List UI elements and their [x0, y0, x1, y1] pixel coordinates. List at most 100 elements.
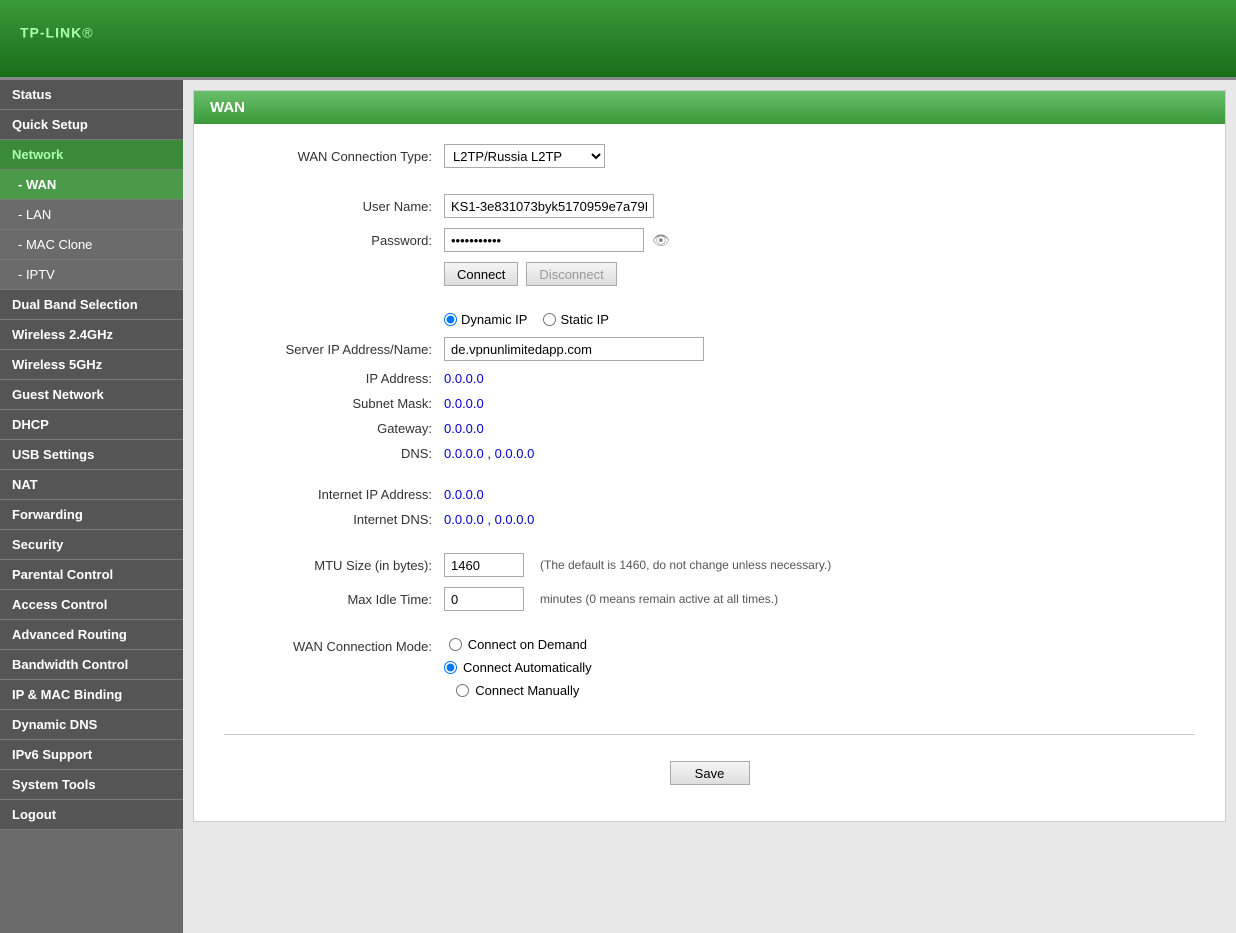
server-ip-row: Server IP Address/Name: [224, 337, 1195, 361]
sidebar-item-ip-mac-binding[interactable]: IP & MAC Binding [0, 680, 183, 710]
max-idle-label: Max Idle Time: [224, 592, 444, 607]
connect-button[interactable]: Connect [444, 262, 518, 286]
logo-text: TP-LINK [20, 24, 82, 40]
wan-mode-control: Connect on Demand Connect Automatically … [444, 637, 592, 698]
manually-radio[interactable] [456, 684, 469, 697]
wan-mode-label: WAN Connection Mode: [224, 637, 444, 654]
automatically-option[interactable]: Connect Automatically [444, 660, 592, 675]
username-label: User Name: [224, 199, 444, 214]
logo-sup: ® [82, 24, 93, 40]
ip-address-text: 0.0.0.0 [444, 371, 484, 386]
wan-connection-type-row: WAN Connection Type: Dynamic IPStatic IP… [224, 144, 1195, 168]
internet-ip-label: Internet IP Address: [224, 487, 444, 502]
header: TP-LINK® [0, 0, 1236, 80]
dns-text: 0.0.0.0 , 0.0.0.0 [444, 446, 534, 461]
wan-mode-row: WAN Connection Mode: Connect on Demand C… [224, 637, 1195, 698]
save-button[interactable]: Save [670, 761, 750, 785]
wan-type-select[interactable]: Dynamic IPStatic IPPPPoE/Russia PPPoEL2T… [444, 144, 605, 168]
section-title: WAN [194, 91, 1225, 124]
sidebar-item-wan[interactable]: - WAN [0, 170, 183, 200]
gateway-control: 0.0.0.0 [444, 421, 484, 436]
internet-ip-text: 0.0.0.0 [444, 487, 484, 502]
static-ip-option[interactable]: Static IP [543, 312, 608, 327]
max-idle-input[interactable] [444, 587, 524, 611]
mtu-input[interactable] [444, 553, 524, 577]
mtu-hint: (The default is 1460, do not change unle… [540, 558, 831, 572]
ip-address-label: IP Address: [224, 371, 444, 386]
eye-icon[interactable]: 👁 [652, 232, 670, 249]
max-idle-control: minutes (0 means remain active at all ti… [444, 587, 778, 611]
max-idle-hint: minutes (0 means remain active at all ti… [540, 592, 778, 606]
on-demand-option[interactable]: Connect on Demand [449, 637, 587, 652]
subnet-mask-row: Subnet Mask: 0.0.0.0 [224, 396, 1195, 411]
password-input[interactable] [444, 228, 644, 252]
subnet-mask-text: 0.0.0.0 [444, 396, 484, 411]
content-area: WAN WAN Connection Type: Dynamic IPStati… [193, 90, 1226, 822]
username-control [444, 194, 654, 218]
server-ip-input[interactable] [444, 337, 704, 361]
sidebar-item-system-tools[interactable]: System Tools [0, 770, 183, 800]
sidebar-item-nat[interactable]: NAT [0, 470, 183, 500]
sidebar-item-quick-setup[interactable]: Quick Setup [0, 110, 183, 140]
sidebar-item-status[interactable]: Status [0, 80, 183, 110]
sidebar-item-usb-settings[interactable]: USB Settings [0, 440, 183, 470]
gateway-row: Gateway: 0.0.0.0 [224, 421, 1195, 436]
internet-ip-control: 0.0.0.0 [444, 487, 484, 502]
ip-address-value: 0.0.0.0 [444, 371, 484, 386]
sidebar-item-logout[interactable]: Logout [0, 800, 183, 830]
sidebar: StatusQuick SetupNetwork- WAN- LAN- MAC … [0, 80, 183, 933]
sidebar-item-lan[interactable]: - LAN [0, 200, 183, 230]
mtu-row: MTU Size (in bytes): (The default is 146… [224, 553, 1195, 577]
dynamic-ip-radio[interactable] [444, 313, 457, 326]
sidebar-item-dynamic-dns[interactable]: Dynamic DNS [0, 710, 183, 740]
connect-control: Connect Disconnect [444, 262, 617, 286]
sidebar-item-advanced-routing[interactable]: Advanced Routing [0, 620, 183, 650]
static-ip-label: Static IP [560, 312, 608, 327]
wan-type-control: Dynamic IPStatic IPPPPoE/Russia PPPoEL2T… [444, 144, 605, 168]
static-ip-radio[interactable] [543, 313, 556, 326]
password-label: Password: [224, 233, 444, 248]
dns-label: DNS: [224, 446, 444, 461]
internet-dns-row: Internet DNS: 0.0.0.0 , 0.0.0.0 [224, 512, 1195, 527]
wan-type-label: WAN Connection Type: [224, 149, 444, 164]
gateway-text: 0.0.0.0 [444, 421, 484, 436]
disconnect-button[interactable]: Disconnect [526, 262, 616, 286]
save-area: Save [224, 745, 1195, 801]
ip-address-row: IP Address: 0.0.0.0 [224, 371, 1195, 386]
mtu-control: (The default is 1460, do not change unle… [444, 553, 831, 577]
max-idle-row: Max Idle Time: minutes (0 means remain a… [224, 587, 1195, 611]
sidebar-item-iptv[interactable]: - IPTV [0, 260, 183, 290]
main-content: WAN WAN Connection Type: Dynamic IPStati… [183, 80, 1236, 933]
sidebar-item-guest-network[interactable]: Guest Network [0, 380, 183, 410]
internet-dns-text: 0.0.0.0 , 0.0.0.0 [444, 512, 534, 527]
sidebar-item-access-control[interactable]: Access Control [0, 590, 183, 620]
logo: TP-LINK® [20, 20, 94, 57]
mtu-label: MTU Size (in bytes): [224, 558, 444, 573]
automatically-radio[interactable] [444, 661, 457, 674]
internet-ip-row: Internet IP Address: 0.0.0.0 [224, 487, 1195, 502]
sidebar-item-mac-clone[interactable]: - MAC Clone [0, 230, 183, 260]
sidebar-item-parental-control[interactable]: Parental Control [0, 560, 183, 590]
manually-option[interactable]: Connect Manually [456, 683, 579, 698]
username-input[interactable] [444, 194, 654, 218]
ip-mode-control: Dynamic IP Static IP [444, 312, 609, 327]
subnet-mask-control: 0.0.0.0 [444, 396, 484, 411]
password-row: Password: 👁 [224, 228, 1195, 252]
sidebar-item-network[interactable]: Network [0, 140, 183, 170]
on-demand-label: Connect on Demand [468, 637, 587, 652]
sidebar-item-security[interactable]: Security [0, 530, 183, 560]
sidebar-item-ipv6-support[interactable]: IPv6 Support [0, 740, 183, 770]
subnet-mask-label: Subnet Mask: [224, 396, 444, 411]
sidebar-item-dual-band[interactable]: Dual Band Selection [0, 290, 183, 320]
sidebar-item-bandwidth-control[interactable]: Bandwidth Control [0, 650, 183, 680]
internet-dns-label: Internet DNS: [224, 512, 444, 527]
sidebar-item-wireless-5[interactable]: Wireless 5GHz [0, 350, 183, 380]
sidebar-item-wireless-24[interactable]: Wireless 2.4GHz [0, 320, 183, 350]
dynamic-ip-option[interactable]: Dynamic IP [444, 312, 527, 327]
automatically-label: Connect Automatically [463, 660, 592, 675]
server-ip-label: Server IP Address/Name: [224, 342, 444, 357]
sidebar-item-forwarding[interactable]: Forwarding [0, 500, 183, 530]
sidebar-item-dhcp[interactable]: DHCP [0, 410, 183, 440]
server-ip-control [444, 337, 704, 361]
on-demand-radio[interactable] [449, 638, 462, 651]
